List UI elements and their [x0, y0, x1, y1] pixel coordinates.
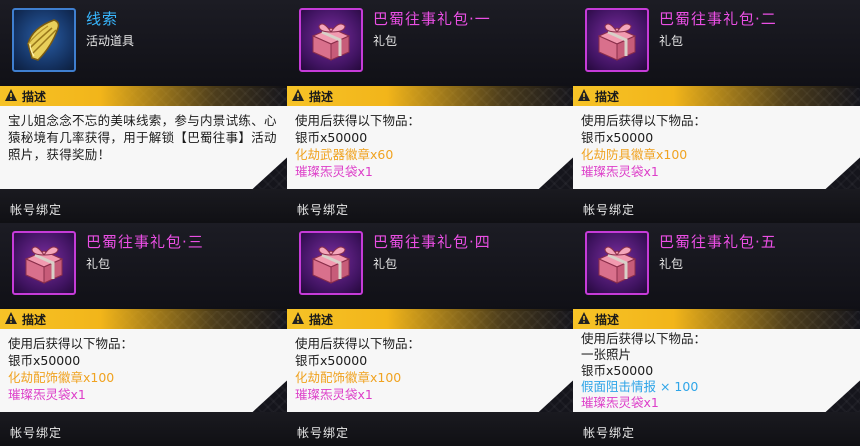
description-body: 使用后获得以下物品： 银币x50000 化劫配饰徽章x100 璀璨炁灵袋x1 — [287, 329, 573, 412]
warning-icon — [5, 89, 17, 101]
bamboo-shoot-icon — [27, 19, 60, 61]
item-title: 巴蜀往事礼包·五 — [659, 233, 777, 251]
card-header: 巴蜀往事礼包·五 礼包 — [573, 223, 860, 311]
card-header: 巴蜀往事礼包·四 礼包 — [287, 223, 573, 311]
gift-box-icon — [311, 246, 351, 284]
reward-line: 化劫防具徽章x100 — [581, 147, 688, 162]
reward-line: 银币x50000 — [581, 363, 654, 378]
reward-intro: 使用后获得以下物品： — [295, 113, 421, 128]
description-header: 描述 — [0, 86, 287, 106]
description-body: 使用后获得以下物品： 一张照片 银币x50000 假面阻击情报 × 100 璀璨… — [573, 329, 860, 412]
item-card-gift-2: 巴蜀往事礼包·二 礼包 描述 使用后获得以下物品： 银币x50000 化劫防具徽… — [573, 0, 860, 223]
account-bind-label: 帐号绑定 — [10, 203, 63, 217]
card-header: 巴蜀往事礼包·一 礼包 — [287, 0, 573, 88]
reward-line: 化劫配饰徽章x100 — [295, 370, 402, 385]
account-bind-bar: 帐号绑定 — [573, 189, 860, 223]
reward-line: 银币x50000 — [8, 353, 81, 368]
account-bind-label: 帐号绑定 — [10, 426, 63, 440]
account-bind-bar: 帐号绑定 — [287, 412, 573, 446]
description-header: 描述 — [287, 309, 573, 329]
item-title: 巴蜀往事礼包·三 — [86, 233, 204, 251]
gift-box-icon — [597, 23, 637, 61]
item-icon-frame — [299, 8, 363, 72]
item-card-gift-3: 巴蜀往事礼包·三 礼包 描述 使用后获得以下物品： 银币x50000 化劫配饰徽… — [0, 223, 287, 446]
warning-icon — [578, 89, 590, 101]
reward-intro: 使用后获得以下物品： — [581, 331, 707, 346]
reward-intro: 使用后获得以下物品： — [581, 113, 707, 128]
item-card-gift-1: 巴蜀往事礼包·一 礼包 描述 使用后获得以下物品： 银币x50000 化劫武器徽… — [287, 0, 573, 223]
reward-line: 假面阻击情报 × 100 — [581, 379, 699, 394]
item-icon-frame — [12, 231, 76, 295]
card-header: 线索 活动道具 — [0, 0, 287, 88]
reward-line: 璀璨炁灵袋x1 — [295, 387, 373, 402]
warning-icon — [5, 312, 17, 324]
reward-line: 化劫配饰徽章x100 — [8, 370, 115, 385]
description-label: 描述 — [309, 90, 334, 104]
account-bind-bar: 帐号绑定 — [0, 189, 287, 223]
item-type: 礼包 — [86, 257, 111, 271]
reward-line: 璀璨炁灵袋x1 — [295, 164, 373, 179]
description-label: 描述 — [595, 313, 620, 327]
reward-line: 璀璨炁灵袋x1 — [8, 387, 86, 402]
description-header: 描述 — [573, 309, 860, 329]
item-icon-frame — [585, 231, 649, 295]
item-title: 巴蜀往事礼包·四 — [373, 233, 491, 251]
reward-intro: 使用后获得以下物品： — [295, 336, 421, 351]
reward-line: 一张照片 — [581, 347, 632, 362]
item-title: 巴蜀往事礼包·一 — [373, 10, 491, 28]
account-bind-label: 帐号绑定 — [297, 426, 350, 440]
account-bind-bar: 帐号绑定 — [0, 412, 287, 446]
warning-icon — [292, 89, 304, 101]
description-text: 宝儿姐念念不忘的美味线索，参与内景试练、心猿秘境有几率获得，用于解锁【巴蜀往事】… — [8, 113, 277, 162]
description-body: 使用后获得以下物品： 银币x50000 化劫武器徽章x60 璀璨炁灵袋x1 — [287, 106, 573, 189]
card-header: 巴蜀往事礼包·二 礼包 — [573, 0, 860, 88]
account-bind-bar: 帐号绑定 — [287, 189, 573, 223]
item-icon-frame — [299, 231, 363, 295]
item-icon-frame — [585, 8, 649, 72]
gift-box-icon — [597, 246, 637, 284]
description-label: 描述 — [22, 313, 47, 327]
warning-icon — [292, 312, 304, 324]
gift-box-icon — [24, 246, 64, 284]
description-header: 描述 — [573, 86, 860, 106]
account-bind-label: 帐号绑定 — [297, 203, 350, 217]
item-tooltip-grid: 线索 活动道具 描述 宝儿姐念念不忘的美味线索，参与内景试练、心猿秘境有几率获得… — [0, 0, 860, 446]
description-body: 使用后获得以下物品： 银币x50000 化劫防具徽章x100 璀璨炁灵袋x1 — [573, 106, 860, 189]
gift-box-icon — [311, 23, 351, 61]
item-type: 礼包 — [659, 34, 684, 48]
item-card-clue: 线索 活动道具 描述 宝儿姐念念不忘的美味线索，参与内景试练、心猿秘境有几率获得… — [0, 0, 287, 223]
item-type: 活动道具 — [86, 34, 135, 48]
account-bind-label: 帐号绑定 — [583, 203, 636, 217]
item-card-gift-4: 巴蜀往事礼包·四 礼包 描述 使用后获得以下物品： 银币x50000 化劫配饰徽… — [287, 223, 573, 446]
reward-line: 银币x50000 — [295, 130, 368, 145]
reward-line: 银币x50000 — [581, 130, 654, 145]
item-card-gift-5: 巴蜀往事礼包·五 礼包 描述 使用后获得以下物品： 一张照片 银币x50000 … — [573, 223, 860, 446]
reward-line: 璀璨炁灵袋x1 — [581, 164, 659, 179]
description-label: 描述 — [309, 313, 334, 327]
item-type: 礼包 — [659, 257, 684, 271]
description-body: 宝儿姐念念不忘的美味线索，参与内景试练、心猿秘境有几率获得，用于解锁【巴蜀往事】… — [0, 106, 287, 189]
reward-line: 银币x50000 — [295, 353, 368, 368]
item-type: 礼包 — [373, 257, 398, 271]
reward-line: 化劫武器徽章x60 — [295, 147, 394, 162]
item-title: 线索 — [86, 10, 119, 28]
account-bind-bar: 帐号绑定 — [573, 412, 860, 446]
warning-icon — [578, 312, 590, 324]
item-type: 礼包 — [373, 34, 398, 48]
description-label: 描述 — [22, 90, 47, 104]
description-label: 描述 — [595, 90, 620, 104]
description-header: 描述 — [287, 86, 573, 106]
reward-intro: 使用后获得以下物品： — [8, 336, 134, 351]
reward-line: 璀璨炁灵袋x1 — [581, 395, 659, 410]
item-title: 巴蜀往事礼包·二 — [659, 10, 777, 28]
card-header: 巴蜀往事礼包·三 礼包 — [0, 223, 287, 311]
account-bind-label: 帐号绑定 — [583, 426, 636, 440]
description-header: 描述 — [0, 309, 287, 329]
item-icon-frame — [12, 8, 76, 72]
description-body: 使用后获得以下物品： 银币x50000 化劫配饰徽章x100 璀璨炁灵袋x1 — [0, 329, 287, 412]
